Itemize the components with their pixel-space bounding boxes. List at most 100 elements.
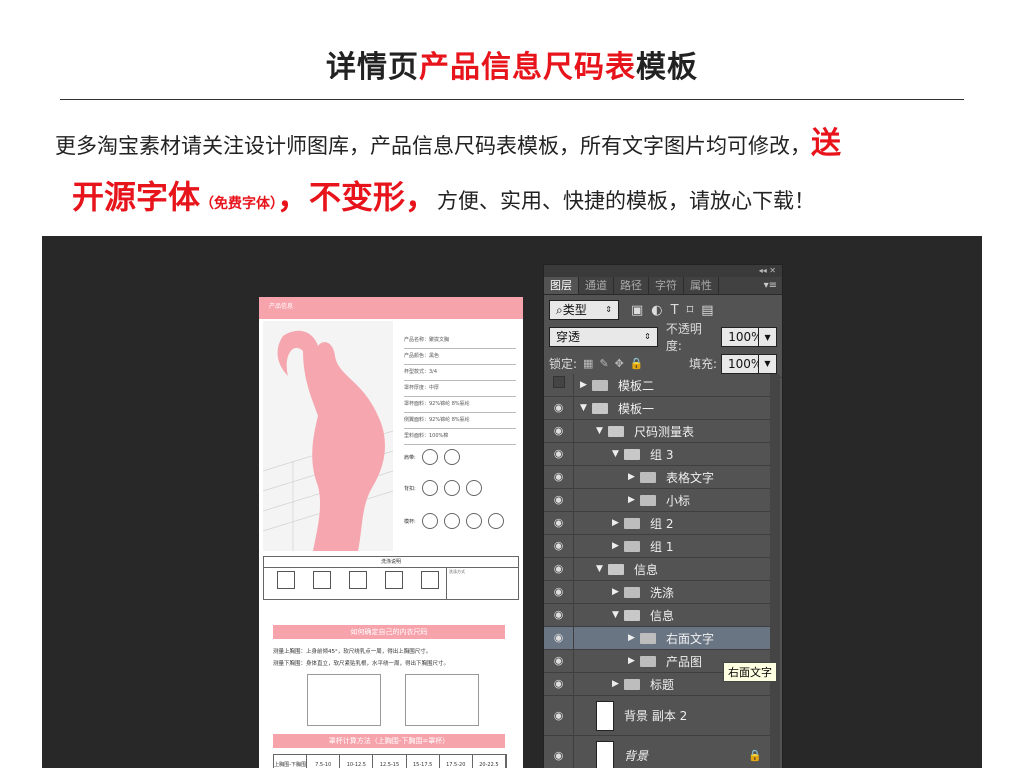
expand-icon[interactable]: ▶ (612, 541, 624, 551)
tab-layers[interactable]: 图层 (544, 277, 579, 294)
expand-icon[interactable]: ▶ (628, 472, 640, 482)
measure-figure (307, 674, 381, 726)
eye-icon[interactable]: ◉ (544, 489, 574, 511)
visibility-toggle[interactable] (544, 374, 574, 396)
tab-paths[interactable]: 路径 (614, 277, 649, 294)
expand-icon[interactable]: ▶ (580, 380, 592, 390)
feature-shoulder: 肩带: (404, 449, 460, 465)
layer-list: ▶ 模板二 ◉ ▼ 模板一 ◉ ▼ 尺码测量表 ◉ ▼ 组 3 ◉ ▶ 表格文字… (544, 374, 770, 768)
layer-row[interactable]: ◉ ▶ 组 2 (544, 512, 770, 535)
layer-row-selected[interactable]: ◉ ▶ 右面文字 (544, 627, 770, 650)
layer-row[interactable]: ◉ 背景 🔒 (544, 736, 770, 768)
spec-row: 侧翼面料：92%锦纶 8%氨纶 (404, 413, 516, 429)
layer-name: 背景 (624, 749, 649, 763)
eye-icon[interactable]: ◉ (544, 673, 574, 695)
tab-character[interactable]: 字符 (649, 277, 684, 294)
expand-icon[interactable]: ▶ (628, 495, 640, 505)
collapse-icon[interactable]: ▼ (612, 449, 624, 459)
lock-icon: 🔒 (748, 749, 762, 762)
intro-small: （免费字体） (200, 196, 278, 212)
collapse-icon[interactable]: ▼ (596, 564, 608, 574)
pixel-filter-icon[interactable]: ▣ (631, 303, 643, 318)
lock-pixels-icon[interactable]: ✎ (599, 357, 608, 370)
layer-row[interactable]: ◉ ▶ 组 1 (544, 535, 770, 558)
feature-cup: 模杯: (404, 513, 504, 529)
blend-mode-select[interactable]: 穿透 ⇕ (549, 327, 658, 347)
wash-title: 洗涤说明 (380, 559, 401, 565)
filter-row: ⌕ 类型 ⇕ ▣ ◐ T ⌑ ▤ (544, 296, 782, 324)
filter-icons: ▣ ◐ T ⌑ ▤ (631, 303, 714, 318)
collapse-icon[interactable]: ▼ (580, 403, 592, 413)
filter-select[interactable]: ⌕ 类型 ⇕ (549, 300, 619, 320)
layer-row[interactable]: ▶ 模板二 (544, 374, 770, 397)
eye-icon[interactable]: ◉ (544, 535, 574, 557)
option-icon (421, 449, 438, 465)
eye-icon[interactable]: ◉ (544, 736, 574, 768)
layer-thumbnail (596, 700, 614, 731)
eye-icon[interactable]: ◉ (544, 420, 574, 442)
collapse-icon[interactable]: ▼ (612, 610, 624, 620)
chevron-down-icon: ⇕ (644, 332, 651, 341)
opacity-dropdown-icon[interactable]: ▼ (759, 327, 778, 347)
eye-icon[interactable]: ◉ (544, 581, 574, 603)
intro-line-1: 更多淘宝素材请关注设计师图库，产品信息尺码表模板，所有文字图片均可修改，送 (55, 118, 985, 162)
layer-row[interactable]: ◉ ▼ 信息 (544, 604, 770, 627)
eye-icon[interactable]: ◉ (544, 512, 574, 534)
adjustment-filter-icon[interactable]: ◐ (651, 303, 662, 318)
layer-row[interactable]: ◉ 背景 副本 2 (544, 696, 770, 736)
title-part-red: 产品信息尺码表 (419, 50, 636, 85)
layer-row[interactable]: ◉ ▶ 小标 (544, 489, 770, 512)
tab-channels[interactable]: 通道 (579, 277, 614, 294)
layer-row[interactable]: ◉ ▼ 尺码测量表 (544, 420, 770, 443)
layer-name: 洗涤 (650, 585, 675, 600)
smart-object-filter-icon[interactable]: ▤ (701, 303, 713, 318)
layer-row[interactable]: ◉ ▼ 模板一 (544, 397, 770, 420)
lock-all-icon[interactable]: 🔒 (630, 357, 644, 370)
layer-row[interactable]: ◉ ▼ 组 3 (544, 443, 770, 466)
layers-scrollbar[interactable] (770, 374, 780, 768)
lock-position-icon[interactable]: ✥ (615, 357, 624, 370)
layer-name: 信息 (634, 562, 659, 577)
eye-icon[interactable]: ◉ (544, 627, 574, 649)
fill-input[interactable]: 100% (721, 353, 762, 374)
filter-value: 类型 (562, 303, 587, 317)
folder-icon (592, 379, 608, 391)
eye-icon[interactable]: ◉ (544, 650, 574, 672)
expand-icon[interactable]: ▶ (612, 518, 624, 528)
layer-row[interactable]: ◉ ▼ 信息 (544, 558, 770, 581)
intro-text-1: 更多淘宝素材请关注设计师图库，产品信息尺码表模板，所有文字图片均可修改， (55, 134, 811, 158)
eye-icon[interactable]: ◉ (544, 466, 574, 488)
expand-icon[interactable]: ▶ (612, 587, 624, 597)
eye-icon[interactable]: ◉ (544, 443, 574, 465)
eye-icon[interactable]: ◉ (544, 696, 574, 735)
expand-icon[interactable]: ▶ (628, 656, 640, 666)
expand-icon[interactable]: ▶ (612, 679, 624, 689)
table-cell: 17.5-20 (440, 755, 473, 768)
eye-icon[interactable]: ◉ (544, 604, 574, 626)
lock-transparency-icon[interactable]: ▦ (583, 357, 593, 370)
eye-icon[interactable]: ◉ (544, 558, 574, 580)
opacity-input[interactable]: 100% (721, 327, 763, 347)
layer-row[interactable]: ◉ ▶ 洗涤 (544, 581, 770, 604)
eye-icon[interactable]: ◉ (544, 397, 574, 419)
fill-label: 填充: (688, 357, 717, 371)
collapse-icon[interactable]: ▼ (596, 426, 608, 436)
intro-red-2: 开源字体 (72, 178, 201, 216)
layer-thumbnail (596, 740, 614, 768)
layer-row[interactable]: ◉ ▶ 表格文字 (544, 466, 770, 489)
layer-name: 背景 副本 2 (624, 709, 688, 723)
tab-properties[interactable]: 属性 (684, 277, 719, 294)
document-preview[interactable]: 产品信息 产品名称：聚拢文胸 产品颜色：黑色 杯型款式：3/4 罩杯厚度：中厚 … (259, 297, 523, 768)
shape-filter-icon[interactable]: ⌑ (687, 303, 694, 318)
expand-icon[interactable]: ▶ (628, 633, 640, 643)
type-filter-icon[interactable]: T (671, 303, 679, 318)
spec-row: 罩杯面料：92%锦纶 8%氨纶 (404, 397, 516, 413)
panel-collapse-icon[interactable]: ◂◂ ✕ (544, 265, 782, 277)
option-icon (421, 513, 438, 529)
panel-menu-icon[interactable]: ▾≡ (764, 277, 782, 294)
blend-row: 穿透 ⇕ 不透明度: 100% ▼ (544, 322, 782, 353)
folder-icon (624, 517, 640, 529)
fill-dropdown-icon[interactable]: ▼ (759, 353, 777, 374)
intro-text-2: 方便、实用、快捷的模板，请放心下载！ (437, 189, 816, 213)
folder-icon (624, 678, 640, 690)
